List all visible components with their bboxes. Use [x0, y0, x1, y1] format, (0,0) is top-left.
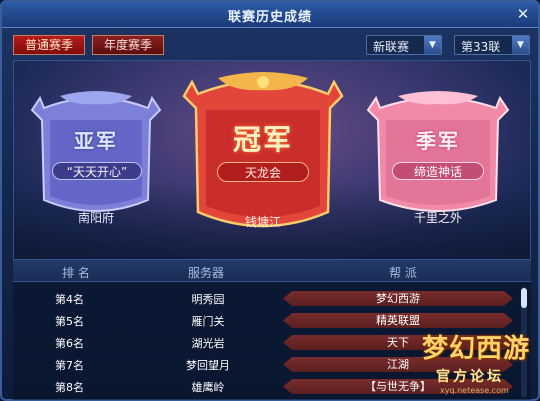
row-rank: 第6名 [55, 337, 84, 350]
second-guild-name: “天天开心” [52, 162, 142, 180]
row-rank: 第4名 [55, 293, 84, 306]
scrollbar-thumb[interactable] [521, 288, 527, 308]
table-row[interactable]: 第4名 明秀园 梦幻西游 [13, 288, 518, 309]
first-guild-name: 天龙会 [217, 162, 309, 182]
third-guild-name: 缔造神话 [392, 162, 484, 180]
tab-annual-season[interactable]: 年度赛季 [92, 35, 164, 55]
row-guild: 精英联盟 [283, 313, 513, 328]
title-bar: 联赛历史成绩 ✕ [2, 2, 538, 28]
row-server: 湖光岩 [191, 337, 225, 350]
first-place-banner: 冠军 天龙会 钱塘江 [182, 72, 344, 250]
table-header: 排 名 服务器 帮 派 [13, 260, 531, 282]
window-title: 联赛历史成绩 [227, 10, 312, 25]
row-server: 明秀园 [191, 293, 225, 306]
third-server-name: 千里之外 [413, 211, 462, 225]
row-rank: 第8名 [55, 381, 84, 394]
row-server: 梦回望月 [186, 359, 230, 372]
third-rank-label: 季军 [416, 129, 460, 153]
league-number-select[interactable]: 第33联 ▼ [454, 35, 530, 55]
logo-subtitle: 官方论坛 [436, 369, 504, 385]
league-history-window: 联赛历史成绩 ✕ 普通赛季 年度赛季 新联赛 ▼ 第33联 ▼ 亚军 “天天开心… [0, 0, 540, 401]
tab-regular-season[interactable]: 普通赛季 [13, 35, 85, 55]
first-server-name: 钱塘江 [244, 215, 281, 229]
row-rank: 第5名 [55, 315, 84, 328]
league-number-value: 第33联 [461, 40, 501, 54]
column-header-server: 服务器 [187, 266, 224, 280]
row-guild: 梦幻西游 [283, 291, 513, 306]
chevron-down-icon[interactable]: ▼ [424, 36, 441, 54]
column-header-rank: 排 名 [62, 266, 90, 280]
second-place-banner: 亚军 “天天开心” 南阳府 [30, 90, 162, 232]
game-logo-watermark: 梦幻西游 官方论坛 xyq.netease.com [422, 328, 540, 400]
league-type-value: 新联赛 [373, 40, 410, 54]
first-rank-label: 冠军 [232, 123, 293, 156]
second-rank-label: 亚军 [74, 129, 118, 153]
row-server: 雄鹰岭 [191, 381, 225, 394]
second-server-name: 南阳府 [77, 211, 114, 225]
logo-title: 梦幻西游 [422, 334, 531, 364]
third-place-banner: 季军 缔造神话 千里之外 [366, 90, 510, 232]
column-header-guild: 帮 派 [389, 266, 417, 280]
close-icon[interactable]: ✕ [514, 5, 532, 23]
league-type-select[interactable]: 新联赛 ▼ [366, 35, 442, 55]
row-server: 雁门关 [191, 315, 225, 328]
chevron-down-icon[interactable]: ▼ [512, 36, 529, 54]
row-rank: 第7名 [55, 359, 84, 372]
logo-url: xyq.netease.com [440, 386, 509, 395]
